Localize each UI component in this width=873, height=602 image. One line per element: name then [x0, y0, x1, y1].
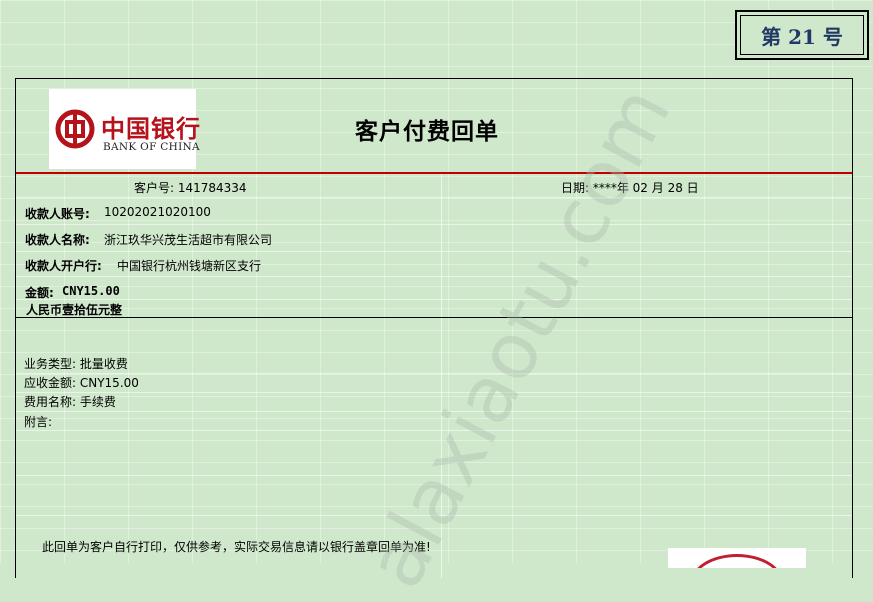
row-line: [16, 197, 852, 198]
row-line: [16, 276, 852, 277]
row-line: [16, 251, 852, 252]
amount-label: 金额:: [25, 286, 54, 300]
remark-label: 附言:: [24, 415, 53, 429]
business-type: 业务类型: 批量收费: [24, 357, 128, 371]
row-line: [16, 299, 852, 300]
sequence-number-box: 第 21 号: [735, 10, 869, 60]
row-line: [16, 515, 852, 516]
row-line: [16, 224, 852, 225]
amount-in-words: 人民币壹拾伍元整: [26, 303, 123, 317]
customer-number: 客户号: 141784334: [134, 181, 247, 195]
row-line: [16, 475, 852, 476]
bank-name-cn: 中国银行: [101, 114, 201, 143]
column-divider: [441, 174, 442, 578]
receipt-date: 日期: ****年 02 月 28 日: [561, 181, 699, 195]
amount-section-divider: [16, 317, 852, 318]
footer-note: 此回单为客户自行打印，仅供参考，实际交易信息请以银行盖章回单为准!: [42, 540, 431, 554]
payee-name: 浙江玖华兴茂生活超市有限公司: [104, 233, 273, 247]
sequence-number: 第 21 号: [740, 15, 864, 55]
bank-name-en: BANK OF CHINA: [103, 141, 200, 153]
amount-due: 应收金额: CNY15.00: [24, 376, 139, 390]
payee-name-label: 收款人名称:: [25, 233, 90, 247]
fee-name: 费用名称: 手续费: [24, 395, 116, 409]
receipt-title: 客户付费回单: [355, 119, 499, 145]
row-line: [16, 392, 852, 393]
payee-account: 10202021020100: [104, 205, 211, 219]
payee-bank-label: 收款人开户行:: [25, 259, 102, 273]
payment-receipt: 中国银行 BANK OF CHINA 客户付费回单 客户号: 141784334…: [15, 78, 853, 578]
bank-seal-stamp: [668, 548, 806, 568]
header-divider: [16, 172, 852, 174]
row-line: [16, 430, 852, 431]
payee-account-label: 收款人账号:: [25, 207, 90, 221]
row-line: [16, 411, 852, 412]
row-line: [16, 373, 852, 374]
amount-value: CNY15.00: [62, 284, 120, 298]
bank-of-china-logo: 中国银行 BANK OF CHINA: [49, 89, 200, 169]
seal-ring-icon: [690, 554, 784, 568]
payee-bank: 中国银行杭州钱塘新区支行: [117, 259, 262, 273]
bank-of-china-symbol-icon: [55, 109, 95, 149]
